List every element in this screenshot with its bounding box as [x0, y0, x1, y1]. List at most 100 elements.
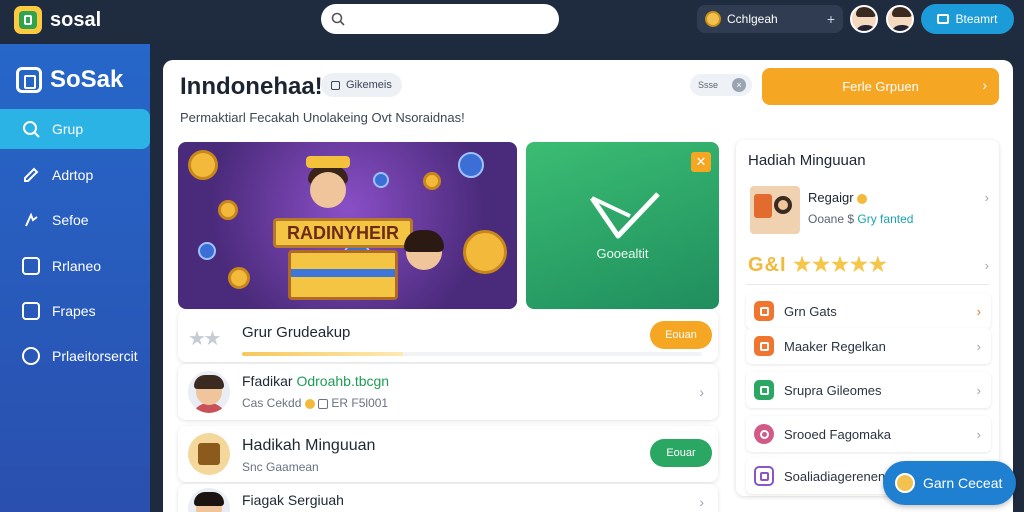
coin-icon — [228, 267, 250, 289]
reward-list-item[interactable]: Grn Gats › — [746, 293, 991, 329]
main-panel: Inndonehaa! Gikemeis Permaktiarl Fecakah… — [163, 60, 1013, 512]
sidebar-item-label: Sefoe — [52, 212, 89, 228]
rating-label: G&I — [748, 254, 787, 276]
reward-list-label: Maaker Regelkan — [784, 338, 886, 354]
featured-name-text: Regaigr — [808, 190, 854, 205]
filter-pill[interactable]: Ssse × — [690, 74, 752, 96]
featured-subtitle-highlight: Gry fanted — [857, 212, 914, 226]
reward-list-item[interactable]: Srooed Fagomaka › — [746, 416, 991, 452]
list-icon — [22, 257, 40, 275]
featured-subtitle-text: Ooane $ — [808, 212, 855, 226]
brand[interactable]: sosal — [14, 6, 101, 34]
coin-icon — [857, 193, 868, 204]
brand-name: sosal — [50, 8, 102, 31]
chevron-right-icon[interactable]: › — [985, 190, 989, 205]
reward-list-label: Soaliadiagerenen — [784, 468, 886, 484]
progress-bar — [242, 352, 702, 356]
join-group-label: Ferle Grpuen — [842, 79, 919, 94]
character-illustration — [304, 156, 352, 216]
plus-icon[interactable]: + — [827, 11, 835, 27]
close-icon[interactable]: × — [732, 78, 746, 92]
gem-icon — [373, 172, 389, 188]
reward-list-label: Grn Gats — [784, 303, 837, 319]
coin-icon — [463, 230, 507, 274]
sidebar-item-rrlaneo[interactable]: Rrlaneo — [0, 246, 150, 286]
character-illustration — [404, 230, 444, 270]
sidebar-item-frapes[interactable]: Frapes — [0, 291, 150, 331]
reward-list-item[interactable]: Maaker Regelkan › — [746, 328, 991, 364]
gem-icon — [198, 242, 216, 260]
list-item[interactable]: ★ ★ Grur Grudeakup Eouan — [178, 310, 718, 362]
category-chip[interactable]: Gikemeis — [321, 73, 402, 97]
close-icon[interactable]: ✕ — [691, 152, 711, 172]
settings-icon — [25, 212, 38, 227]
page-title: Inndonehaa! — [180, 73, 323, 100]
image-icon — [22, 302, 40, 320]
reward-list-label: Srupra Gileomes — [784, 382, 882, 398]
featured-name: Regaigr — [808, 190, 868, 205]
search-icon — [23, 121, 40, 138]
partner-card[interactable]: ✕ Gooealtit — [526, 142, 719, 309]
chevron-right-icon: › — [976, 303, 981, 319]
list-item-title-highlight: Odroahb.tbcgn — [296, 373, 390, 389]
list-item[interactable]: Fiagak Sergiuah › — [178, 484, 718, 512]
sidebar-item-grup[interactable]: Grup — [0, 109, 150, 149]
ticket-icon — [754, 336, 774, 356]
chevron-right-icon: › — [982, 77, 987, 93]
edit-icon — [24, 167, 39, 182]
featured-subtitle: Ooane $ Gry fanted — [808, 212, 913, 226]
star-icon: ★ ★ — [188, 328, 221, 350]
reward-list-label: Srooed Fagomaka — [784, 426, 891, 442]
top-action-button[interactable]: Bteamrt — [921, 4, 1014, 34]
rupiah-icon — [22, 347, 40, 365]
sidebar-brand[interactable]: SoSak — [16, 66, 123, 94]
featured-thumbnail[interactable] — [750, 186, 800, 234]
list-item-subtitle-text: Cas Cekdd — [242, 396, 302, 410]
claim-button[interactable]: Eouar — [650, 439, 712, 467]
banner-sign: RADINYHEIR — [273, 218, 413, 248]
sidebar-item-prlaeitorsercit[interactable]: Prlaeitorsercit — [0, 336, 150, 376]
chevron-right-icon: › — [976, 426, 981, 442]
open-button[interactable]: Eouan — [650, 321, 712, 349]
list-item-subtitle-extra: ER F5l001 — [331, 396, 389, 410]
sidebar-item-label: Grup — [52, 121, 84, 137]
sidebar-item-adrtop[interactable]: Adrtop — [0, 155, 150, 195]
chevron-right-icon: › — [699, 494, 704, 510]
search-input[interactable] — [351, 11, 541, 27]
list-item-title: Grur Grudeakup — [242, 324, 351, 341]
top-action-label: Bteamrt — [955, 12, 998, 26]
join-group-button[interactable]: Ferle Grpuen › — [762, 68, 999, 105]
gift-box-illustration — [288, 250, 398, 300]
chevron-right-icon[interactable]: › — [985, 258, 989, 273]
list-item-title: Ffadikar Odroahb.tbcgn — [242, 373, 389, 389]
avatar — [188, 371, 230, 413]
star-icon: ★★★★★ — [793, 254, 888, 276]
gem-icon — [458, 152, 484, 178]
promo-banner[interactable]: RADINYHEIR — [178, 142, 517, 309]
chevron-right-icon: › — [976, 382, 981, 398]
top-bar: sosal Cchlgeah + Bteamrt — [0, 0, 1024, 40]
sidebar-item-sefoe[interactable]: Sefoe — [0, 200, 150, 240]
sidebar-item-label: Frapes — [52, 303, 96, 319]
rating: G&I ★★★★★ — [748, 252, 888, 277]
list-item[interactable]: Hadikah Minguuan Snc Gaamean Eouar — [178, 426, 718, 482]
search-bar[interactable] — [321, 4, 559, 34]
chart-icon — [754, 380, 774, 400]
sidebar-item-label: Rrlaneo — [52, 258, 102, 274]
reward-panel: Hadiah Minguuan Regaigr Ooane $ Gry fant… — [736, 140, 999, 496]
chat-button[interactable]: Garn Ceceat — [883, 461, 1016, 505]
sidebar: SoSak Grup Adrtop Sefoe Rrlaneo Frapes P… — [0, 44, 150, 512]
list-item[interactable]: Ffadikar Odroahb.tbcgn Cas Cekdd ER F5l0… — [178, 364, 718, 420]
brand-logo-icon — [14, 6, 42, 34]
list-item-title: Fiagak Sergiuah — [242, 492, 344, 508]
reward-list-item[interactable]: Srupra Gileomes › — [746, 372, 991, 408]
filter-pill-label: Ssse — [698, 80, 719, 90]
avatar[interactable] — [850, 5, 878, 33]
coin-icon — [304, 398, 315, 409]
avatar[interactable] — [886, 5, 914, 33]
message-icon — [937, 14, 950, 24]
partner-caption: Gooealtit — [596, 246, 649, 261]
account-pill[interactable]: Cchlgeah + — [697, 5, 843, 33]
reward-panel-title: Hadiah Minguuan — [748, 152, 866, 169]
check-icon — [754, 466, 774, 486]
